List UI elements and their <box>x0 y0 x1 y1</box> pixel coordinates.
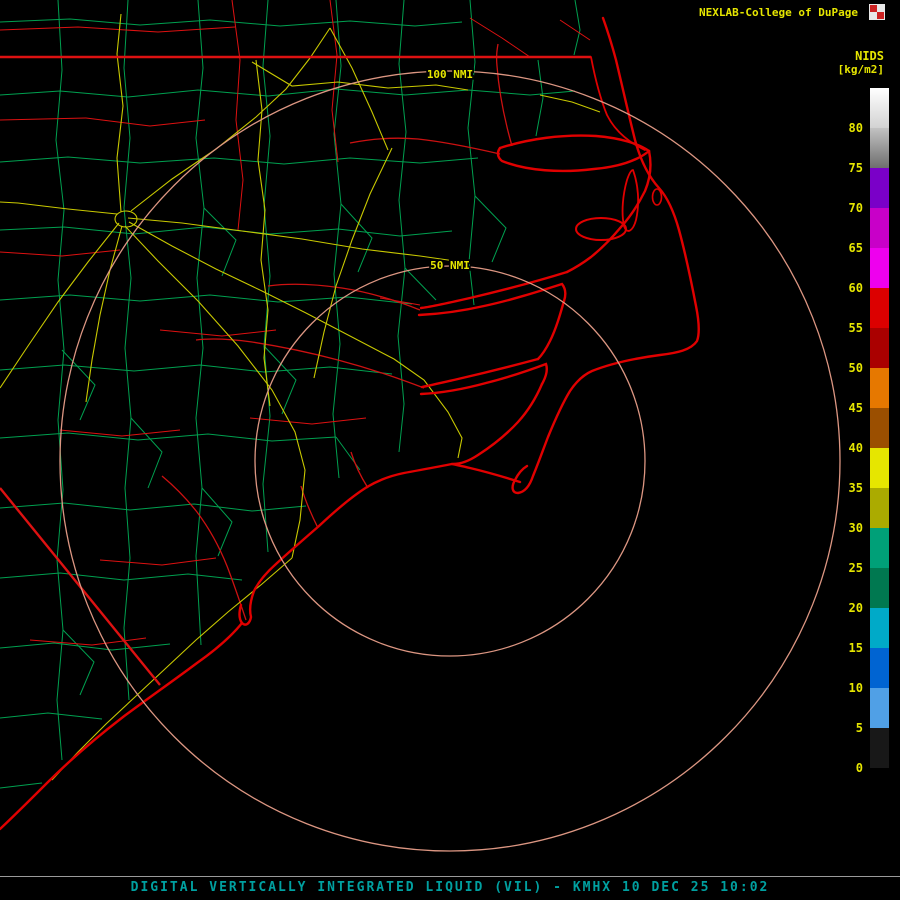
range-rings <box>59 70 841 852</box>
radar-display: 100 NMI 50 NMI NEXLAB-College of DuPage … <box>0 0 900 900</box>
colorbar-segment <box>870 688 889 728</box>
cod-logo-mark <box>870 5 877 12</box>
county-line <box>0 432 337 442</box>
boundary-line <box>59 429 181 437</box>
southern-coast <box>238 485 369 626</box>
range-ring-label-50nmi: 50 NMI <box>430 259 470 272</box>
range-ring-100nmi <box>59 70 841 852</box>
colorbar-segment <box>870 168 889 208</box>
colorbar-segment <box>870 488 889 528</box>
county-line <box>123 0 132 701</box>
chowan-river <box>495 43 513 147</box>
range-ring-label-100nmi: 100 NMI <box>427 68 473 81</box>
county-line <box>62 629 95 696</box>
county-line <box>262 0 271 553</box>
colorbar-segment <box>870 88 889 128</box>
product-units-label: [kg/m2] <box>837 63 884 76</box>
roanoke-river <box>349 137 501 155</box>
road <box>85 225 123 403</box>
county-line <box>0 364 393 375</box>
county-line <box>0 88 576 98</box>
county-line <box>535 59 544 137</box>
road <box>0 222 120 389</box>
radar-map: 100 NMI 50 NMI <box>0 0 841 852</box>
road <box>313 147 393 379</box>
bogue-banks <box>365 462 454 489</box>
colorbar-segment <box>870 128 889 168</box>
coastline <box>0 16 700 831</box>
county-line <box>0 18 463 27</box>
road <box>0 201 118 215</box>
page-title: NEXLAB-College of DuPage <box>699 6 858 19</box>
state-borders <box>0 55 591 686</box>
road <box>130 27 331 212</box>
county-line <box>340 203 373 273</box>
county-line <box>573 0 581 56</box>
cod-logo-icon <box>869 4 885 20</box>
colorbar-segment <box>870 288 889 328</box>
boundary-line <box>249 417 367 425</box>
county-line <box>397 0 407 453</box>
county-line <box>195 0 205 646</box>
pamlico-river-south-shore <box>417 282 567 317</box>
county-line <box>130 417 163 489</box>
new-river <box>300 485 319 529</box>
boundary-line <box>85 117 206 127</box>
rivers <box>161 43 513 621</box>
outer-banks-coastline <box>511 16 700 495</box>
county-line <box>0 712 103 720</box>
road <box>127 217 463 263</box>
colorbar-segment <box>870 448 889 488</box>
footer-caption: DIGITAL VERTICALLY INTEGRATED LIQUID (VI… <box>130 880 770 895</box>
nc-sc-border <box>0 487 161 686</box>
product-id-label: NIDS <box>855 49 884 63</box>
county-line <box>0 782 43 789</box>
county-line <box>474 195 507 263</box>
down-east-shore <box>451 382 544 466</box>
shackleford-banks <box>450 462 522 484</box>
cape-fear-river <box>161 475 247 621</box>
county-line <box>404 267 437 301</box>
colorbar-segment <box>870 208 889 248</box>
colorbar-segment <box>870 328 889 368</box>
colorbar-segment <box>870 368 889 408</box>
colorbar-scale <box>870 88 889 768</box>
county-line <box>332 0 342 479</box>
colorbar-segment <box>870 608 889 648</box>
road <box>116 13 124 213</box>
footer-divider <box>0 876 900 877</box>
pamlico-sound-shore <box>536 299 566 361</box>
boundary-line <box>159 329 277 337</box>
boundary-line <box>0 117 87 121</box>
colorbar-segment <box>870 568 889 608</box>
boundary-line <box>469 17 531 58</box>
cod-logo-mark <box>877 12 884 19</box>
county-line <box>0 156 479 165</box>
roanoke-island <box>651 188 663 206</box>
colorbar-segment <box>870 728 889 768</box>
county-line <box>0 572 243 581</box>
boundary-line <box>231 0 244 231</box>
albemarle-sound-south-shore <box>496 146 651 173</box>
neuse-river-inland <box>195 338 425 389</box>
colorbar-segment <box>870 248 889 288</box>
county-line <box>55 0 65 761</box>
colorbar-segment <box>870 528 889 568</box>
neuse-river-south-shore <box>419 362 548 396</box>
cape-fear-to-sc-coast <box>0 621 244 831</box>
colorbar-segment <box>870 648 889 688</box>
boundary-line <box>559 19 591 41</box>
range-ring-50nmi <box>254 265 646 657</box>
boundary-line <box>99 557 217 566</box>
colorbar-segment <box>870 408 889 448</box>
county-line <box>201 487 233 557</box>
